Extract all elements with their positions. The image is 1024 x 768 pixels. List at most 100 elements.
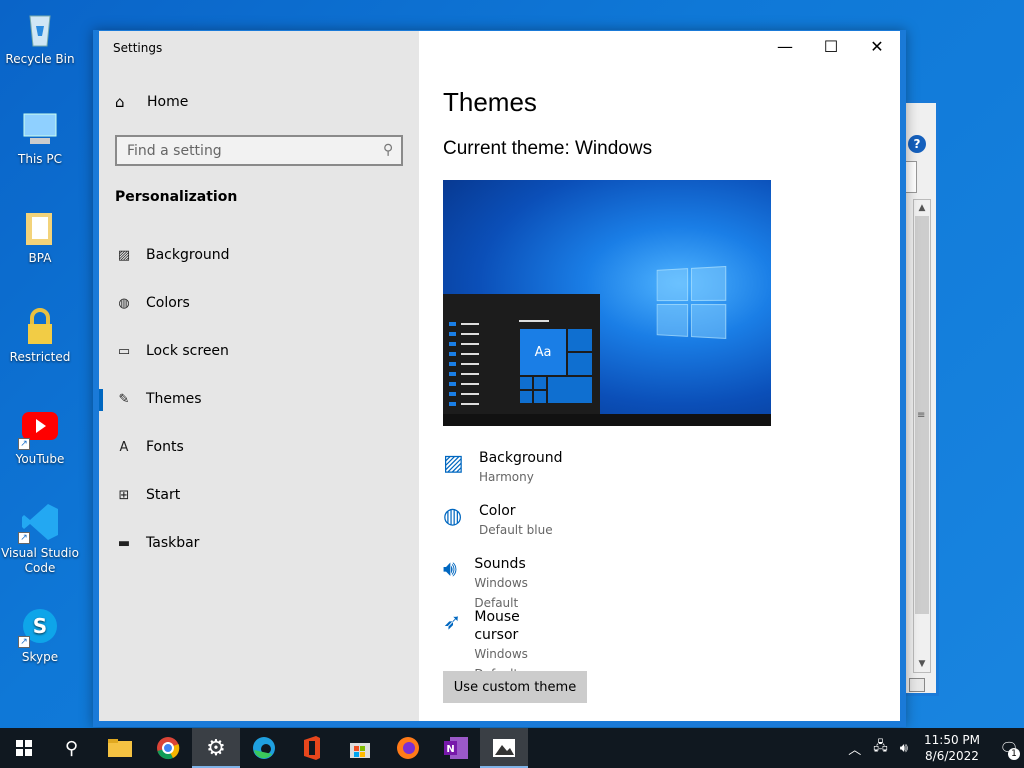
scroll-down-icon[interactable]: ▼ bbox=[914, 656, 930, 672]
theme-item-title: Sounds bbox=[474, 556, 526, 572]
search-icon[interactable]: ⚲ bbox=[383, 142, 393, 158]
theme-item-value: Default blue bbox=[479, 523, 553, 537]
maximize-button[interactable]: ☐ bbox=[808, 31, 854, 63]
clock[interactable]: 11:50 PM 8/6/2022 bbox=[924, 732, 980, 764]
background-window[interactable]: ? ▲ ≡ ▼ bbox=[903, 100, 939, 696]
recycle-bin-icon bbox=[20, 8, 60, 48]
taskbar-icon: ▬ bbox=[117, 535, 131, 551]
theme-item-title: Mouse cursor bbox=[474, 609, 520, 643]
sidebar-item-fonts[interactable]: A Fonts bbox=[99, 423, 419, 471]
sidebar-item-label: Fonts bbox=[146, 439, 184, 455]
sidebar-item-label: Lock screen bbox=[146, 343, 229, 359]
clock-date: 8/6/2022 bbox=[925, 749, 979, 763]
sidebar-item-colors[interactable]: ◍ Colors bbox=[99, 279, 419, 327]
folder-icon bbox=[108, 739, 132, 757]
page-title: Themes bbox=[443, 87, 537, 117]
fonts-icon: A bbox=[119, 439, 129, 455]
minimize-button[interactable]: — bbox=[762, 31, 808, 63]
chevron-up-icon[interactable]: ︿ bbox=[848, 739, 861, 758]
preview-tile-aa: Aa bbox=[519, 328, 567, 376]
desktop-icon-this-pc[interactable]: This PC bbox=[0, 108, 80, 167]
taskbar-onenote[interactable]: N bbox=[432, 728, 480, 768]
taskbar-edge[interactable] bbox=[240, 728, 288, 768]
start-button[interactable] bbox=[0, 728, 48, 768]
palette-icon: ◍ bbox=[118, 295, 130, 311]
search-box[interactable]: ⚲ bbox=[115, 135, 403, 166]
window-title: Settings bbox=[113, 41, 163, 55]
vscode-icon: ↗ bbox=[18, 502, 60, 544]
sidebar-item-label: Background bbox=[146, 247, 230, 263]
use-custom-theme-button[interactable]: Use custom theme bbox=[443, 671, 587, 703]
themes-icon: ✎ bbox=[118, 391, 130, 407]
desktop-icon-vscode[interactable]: ↗ Visual Studio Code bbox=[0, 502, 80, 576]
image-icon: ▨ bbox=[117, 247, 131, 263]
sidebar-item-label: Start bbox=[146, 487, 181, 503]
scrollbar[interactable]: ▲ ≡ ▼ bbox=[913, 199, 931, 673]
shortcut-arrow-icon: ↗ bbox=[18, 532, 30, 544]
desktop-icon-recycle-bin[interactable]: Recycle Bin bbox=[0, 8, 80, 67]
preview-tiles: Aa bbox=[519, 328, 597, 412]
computer-icon bbox=[20, 108, 60, 148]
theme-item-color[interactable]: ◍ Color Default blue bbox=[443, 502, 563, 555]
sidebar-item-themes[interactable]: ✎ Themes bbox=[99, 375, 419, 423]
grip-icon: ≡ bbox=[917, 410, 926, 421]
close-button[interactable]: ✕ bbox=[854, 31, 900, 63]
windows-icon bbox=[16, 740, 32, 756]
store-icon bbox=[350, 743, 370, 758]
taskbar-file-explorer[interactable] bbox=[96, 728, 144, 768]
clock-time: 11:50 PM bbox=[924, 733, 980, 747]
sidebar-item-background[interactable]: ▨ Background bbox=[99, 231, 419, 279]
caption-buttons: — ☐ ✕ bbox=[762, 31, 900, 63]
shortcut-arrow-icon: ↗ bbox=[18, 636, 30, 648]
search-input[interactable] bbox=[117, 137, 367, 164]
desktop-icon-restricted[interactable]: Restricted bbox=[0, 306, 80, 365]
theme-item-sounds[interactable]: 🔊︎ Sounds Windows Default bbox=[443, 555, 563, 610]
taskbar-firefox[interactable] bbox=[384, 728, 432, 768]
taskbar-office[interactable] bbox=[288, 728, 336, 768]
sidebar-nav: ▨ Background ◍ Colors ▭ Lock screen ✎ Th… bbox=[99, 231, 419, 567]
theme-item-title: Color bbox=[479, 503, 516, 519]
sidebar-item-label: Colors bbox=[146, 295, 190, 311]
sidebar-item-lock-screen[interactable]: ▭ Lock screen bbox=[99, 327, 419, 375]
preview-taskbar bbox=[443, 414, 771, 426]
home-label: Home bbox=[147, 94, 189, 110]
system-tray: ︿ 🖧︎ 🔊︎ 11:50 PM 8/6/2022 🗨︎ 1 bbox=[842, 728, 1024, 768]
sidebar-item-taskbar[interactable]: ▬ Taskbar bbox=[99, 519, 419, 567]
sidebar-item-start[interactable]: ⊞ Start bbox=[99, 471, 419, 519]
theme-preview: Aa bbox=[443, 180, 771, 426]
scroll-up-icon[interactable]: ▲ bbox=[914, 200, 930, 216]
desktop-icon-youtube[interactable]: ↗ YouTube bbox=[0, 408, 80, 467]
lock-screen-icon: ▭ bbox=[117, 343, 131, 359]
search-button[interactable]: ⚲ bbox=[48, 728, 96, 768]
notification-count: 1 bbox=[1008, 748, 1020, 760]
start-icon: ⊞ bbox=[118, 487, 130, 503]
youtube-icon: ↗ bbox=[18, 408, 60, 450]
theme-item-mouse-cursor[interactable]: ➶ Mouse cursor Windows Default bbox=[443, 608, 563, 681]
gear-icon: ⚙ bbox=[206, 735, 226, 761]
folder-icon bbox=[20, 207, 60, 247]
palette-icon: ◍ bbox=[443, 504, 463, 529]
chrome-icon bbox=[157, 737, 180, 760]
network-icon[interactable]: 🖧︎ bbox=[873, 737, 888, 759]
sidebar-item-label: Themes bbox=[146, 391, 202, 407]
search-icon: ⚲ bbox=[65, 737, 79, 759]
notification-button[interactable]: 🗨︎ 1 bbox=[994, 728, 1024, 768]
theme-settings-list: ▨ Background Harmony ◍ Color Default blu… bbox=[443, 449, 563, 681]
home-icon: ⌂ bbox=[115, 93, 125, 111]
help-icon[interactable]: ? bbox=[908, 135, 926, 153]
taskbar-photos[interactable] bbox=[480, 728, 528, 768]
windows-logo-icon bbox=[656, 265, 728, 340]
window-footer-icon bbox=[909, 678, 925, 692]
desktop-icon-bpa[interactable]: BPA bbox=[0, 207, 80, 266]
theme-item-background[interactable]: ▨ Background Harmony bbox=[443, 449, 563, 502]
cursor-icon: ➶ bbox=[443, 610, 462, 635]
taskbar-settings[interactable]: ⚙ bbox=[192, 728, 240, 768]
taskbar-chrome[interactable] bbox=[144, 728, 192, 768]
desktop-icon-skype[interactable]: S ↗ Skype bbox=[0, 606, 80, 665]
home-link[interactable]: ⌂ Home bbox=[115, 93, 188, 111]
office-icon bbox=[304, 736, 320, 760]
edge-icon bbox=[253, 737, 275, 759]
image-icon: ▨ bbox=[443, 451, 464, 476]
volume-icon[interactable]: 🔊︎ bbox=[900, 741, 908, 756]
taskbar-store[interactable] bbox=[336, 728, 384, 768]
